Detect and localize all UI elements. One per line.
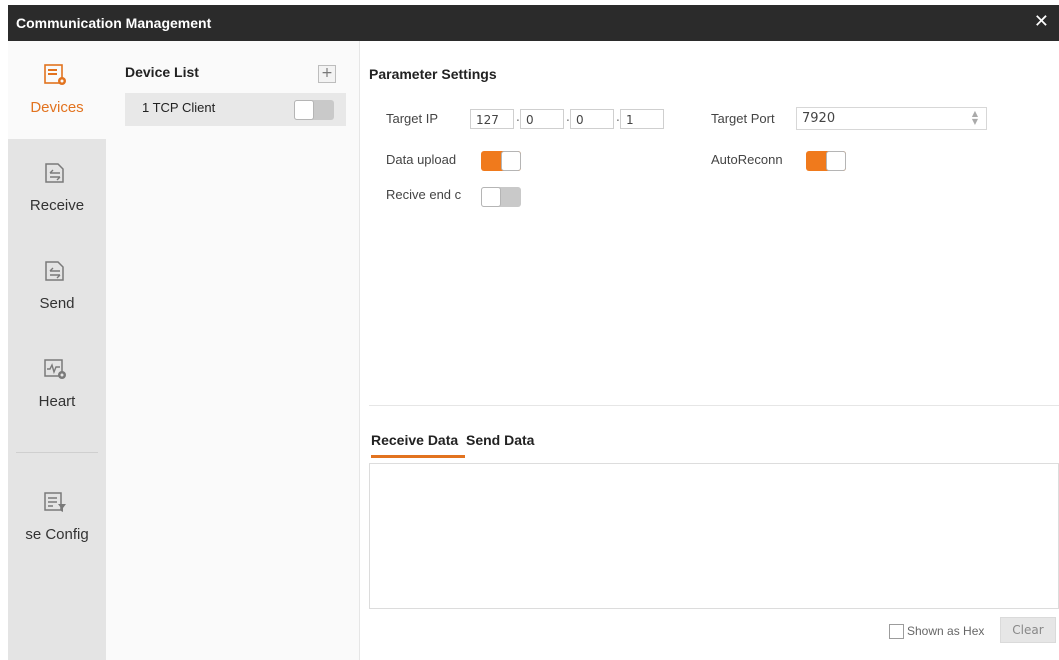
list-item[interactable]: 1 TCP Client bbox=[125, 93, 346, 126]
nav-item-receive[interactable]: Receive bbox=[8, 139, 106, 237]
heartbeat-icon bbox=[44, 359, 66, 379]
ip-octet-2[interactable]: 0 bbox=[520, 109, 564, 129]
nav-item-send[interactable]: Send bbox=[8, 237, 106, 335]
device-name: 1 TCP Client bbox=[142, 100, 216, 115]
nav-item-heart[interactable]: Heart bbox=[8, 335, 106, 433]
section-divider bbox=[369, 405, 1059, 406]
tab-send-data[interactable]: Send Data bbox=[466, 432, 534, 448]
title-bar: Communication Management ✕ bbox=[8, 5, 1059, 41]
target-port-label: Target Port bbox=[711, 111, 775, 126]
active-tab-indicator bbox=[371, 455, 465, 458]
device-enable-toggle[interactable] bbox=[294, 100, 334, 120]
parameter-panel: Parameter Settings Target IP 127 . 0 . 0… bbox=[360, 41, 1059, 660]
nav-item-devices[interactable]: Devices bbox=[8, 41, 106, 139]
target-port-value: 7920 bbox=[802, 111, 836, 126]
close-icon[interactable]: ✕ bbox=[1034, 11, 1049, 33]
nav-label-devices: Devices bbox=[30, 99, 84, 116]
config-icon bbox=[44, 492, 66, 512]
nav-label-receive: Receive bbox=[29, 197, 85, 214]
parameter-settings-title: Parameter Settings bbox=[369, 66, 497, 82]
nav-label-config: se Config bbox=[25, 526, 89, 543]
send-icon bbox=[45, 261, 64, 281]
nav-label-send: Send bbox=[39, 295, 75, 312]
clear-button[interactable]: Clear bbox=[1000, 617, 1056, 643]
receive-icon bbox=[45, 163, 64, 183]
devices-icon bbox=[44, 64, 66, 85]
spinner-arrows-icon[interactable]: ▲ ▼ bbox=[972, 110, 978, 126]
data-upload-toggle[interactable] bbox=[481, 151, 521, 171]
side-nav: Devices Receive Send Heart se Config bbox=[8, 41, 106, 660]
data-tabs: Receive Data Send Data bbox=[369, 423, 1059, 464]
ip-octet-1[interactable]: 127 bbox=[470, 109, 514, 129]
ip-octet-4[interactable]: 1 bbox=[620, 109, 664, 129]
receive-end-label: Recive end c bbox=[386, 187, 462, 202]
nav-divider bbox=[16, 452, 98, 453]
tab-receive-data-label: Receive Data bbox=[371, 432, 459, 448]
auto-reconnect-toggle[interactable] bbox=[806, 151, 846, 171]
add-device-button[interactable]: + bbox=[318, 65, 336, 83]
ip-octet-3[interactable]: 0 bbox=[570, 109, 614, 129]
data-display-area[interactable] bbox=[369, 464, 1059, 609]
nav-label-heart: Heart bbox=[38, 393, 76, 410]
tab-receive-data[interactable]: Receive Data bbox=[371, 432, 465, 458]
auto-reconnect-label: AutoReconn bbox=[711, 152, 783, 167]
communication-window: Communication Management ✕ Devices Recei… bbox=[8, 5, 1059, 660]
device-list-panel: Device List + 1 TCP Client bbox=[106, 41, 360, 660]
nav-item-config[interactable]: se Config bbox=[8, 468, 106, 566]
receive-end-toggle[interactable] bbox=[481, 187, 521, 207]
show-hex-checkbox[interactable] bbox=[889, 624, 904, 639]
data-upload-label: Data upload bbox=[386, 152, 457, 167]
window-title: Communication Management bbox=[16, 15, 212, 31]
target-port-input[interactable]: 7920 ▲ ▼ bbox=[796, 107, 987, 130]
target-ip-label: Target IP bbox=[386, 111, 439, 126]
show-hex-label: Shown as Hex bbox=[907, 624, 985, 638]
device-list-title: Device List bbox=[125, 64, 199, 80]
